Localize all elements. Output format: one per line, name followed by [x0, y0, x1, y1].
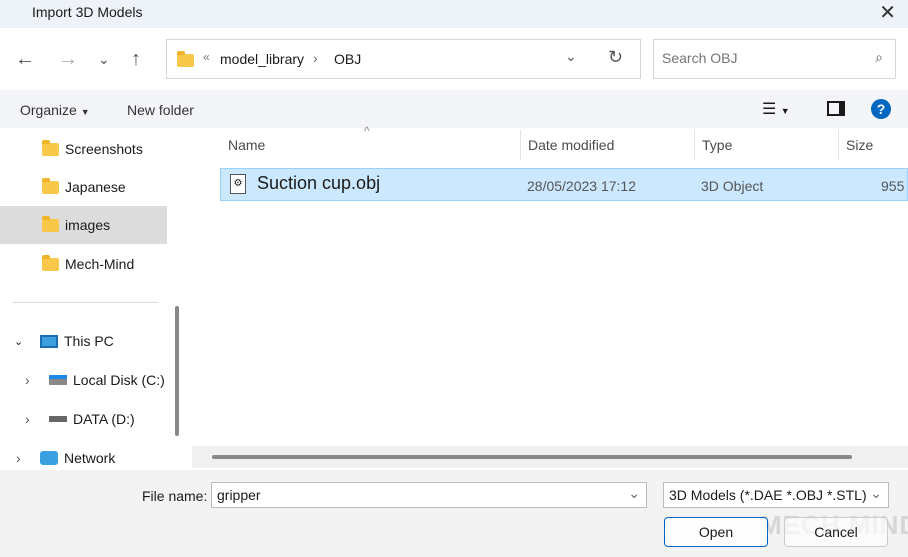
organize-button[interactable]: Organize ▼ — [20, 102, 90, 118]
sidebar-item-screenshots[interactable]: Screenshots — [0, 130, 167, 168]
folder-icon — [42, 215, 59, 232]
preview-pane-icon[interactable] — [827, 101, 845, 116]
breadcrumb-model-library[interactable]: model_library — [220, 51, 304, 67]
windows-drive-icon — [49, 375, 67, 385]
chevron-right-icon[interactable]: › — [25, 411, 49, 427]
file-name-value: gripper — [217, 487, 261, 503]
dialog-footer: File name: gripper ⌄ 3D Models (*.DAE *.… — [0, 470, 908, 557]
chevron-right-icon[interactable]: › — [16, 450, 40, 466]
new-folder-button[interactable]: New folder — [127, 102, 194, 118]
file-name: Suction cup.obj — [257, 173, 381, 193]
file-type-select[interactable]: 3D Models (*.DAE *.OBJ *.STL) ⌄ — [663, 482, 889, 508]
sidebar-item-label: DATA (D:) — [73, 411, 135, 427]
column-divider[interactable] — [520, 130, 521, 160]
back-arrow-icon[interactable]: ← — [15, 48, 35, 71]
column-header-size[interactable]: Size — [846, 137, 873, 153]
file-name-input[interactable]: gripper ⌄ — [211, 482, 647, 508]
file-date: 28/05/2023 17:12 — [527, 178, 636, 194]
chevron-right-icon[interactable]: › — [25, 372, 49, 388]
sidebar-scrollbar[interactable] — [175, 306, 179, 436]
title-bar: Import 3D Models ✕ — [0, 0, 908, 28]
folder-icon — [42, 139, 59, 156]
divider — [12, 302, 158, 303]
sidebar-item-label: This PC — [64, 333, 114, 349]
file-row[interactable]: ⚙ Suction cup.obj 28/05/2023 17:12 3D Ob… — [220, 168, 908, 201]
file-size: 955 — [881, 178, 905, 194]
window-title: Import 3D Models — [32, 4, 143, 20]
file-type: 3D Object — [701, 178, 764, 194]
open-button[interactable]: Open — [664, 517, 768, 547]
command-bar: Organize ▼ New folder ☰ ▼ ? — [0, 90, 908, 128]
address-dropdown-icon[interactable]: ⌄ — [565, 48, 577, 65]
sidebar-item-label: Network — [64, 450, 116, 466]
breadcrumb-separator-icon: › — [313, 50, 318, 66]
folder-icon — [42, 254, 59, 271]
sidebar-item-japanese[interactable]: Japanese — [0, 168, 167, 206]
network-icon — [40, 451, 58, 465]
sidebar-item-label: Screenshots — [65, 141, 143, 157]
column-header-type[interactable]: Type — [702, 137, 732, 153]
drive-icon — [49, 416, 67, 422]
help-icon[interactable]: ? — [871, 99, 891, 119]
chevron-down-icon[interactable]: ⌄ — [628, 485, 640, 502]
organize-label: Organize — [20, 102, 77, 118]
folder-icon — [177, 51, 194, 67]
sidebar-item-images[interactable]: images — [0, 206, 167, 244]
column-divider[interactable] — [694, 130, 695, 160]
recent-chevron-icon[interactable]: ⌄ — [98, 51, 110, 68]
close-icon[interactable]: ✕ — [879, 0, 896, 25]
sidebar-item-label: Japanese — [65, 179, 126, 195]
chevron-down-icon[interactable]: ⌄ — [14, 335, 40, 348]
dropdown-icon: ▼ — [80, 107, 90, 117]
search-input[interactable] — [662, 50, 842, 66]
chevron-down-icon[interactable]: ⌄ — [870, 485, 882, 502]
search-box[interactable]: ⌕ — [653, 39, 896, 79]
sidebar-item-label: Local Disk (C:) — [73, 372, 165, 388]
sidebar-item-label: Mech-Mind — [65, 256, 135, 272]
sidebar-item-label: images — [65, 217, 111, 233]
column-header-name[interactable]: Name — [228, 137, 265, 153]
sidebar-item-data-d[interactable]: › DATA (D:) — [0, 400, 167, 438]
forward-arrow-icon[interactable]: → — [58, 48, 78, 71]
breadcrumb-obj[interactable]: OBJ — [334, 51, 361, 67]
search-icon[interactable]: ⌕ — [875, 49, 883, 66]
file-list: ^ Name Date modified Type Size ⚙ Suction… — [192, 124, 908, 468]
sidebar-item-this-pc[interactable]: ⌄ This PC — [0, 322, 167, 360]
sidebar-item-mech-mind[interactable]: Mech-Mind — [0, 245, 167, 283]
up-arrow-icon[interactable]: ↑ — [131, 48, 141, 71]
navigation-bar: ← → ⌄ ↑ « model_library › OBJ ⌄ ↻ ⌕ — [0, 28, 908, 90]
view-options-icon[interactable]: ☰ ▼ — [762, 99, 790, 119]
refresh-icon[interactable]: ↻ — [608, 47, 623, 68]
horizontal-scrollbar[interactable] — [212, 455, 852, 459]
address-bar[interactable]: « model_library › OBJ ⌄ ↻ — [166, 39, 641, 79]
file-name-label: File name: — [142, 488, 208, 504]
column-header-date[interactable]: Date modified — [528, 137, 614, 153]
horizontal-scrollbar-track — [192, 446, 908, 468]
column-divider[interactable] — [838, 130, 839, 160]
overflow-icon[interactable]: « — [203, 50, 210, 64]
3d-object-file-icon: ⚙ — [230, 174, 246, 194]
sidebar-item-local-disk-c[interactable]: › Local Disk (C:) — [0, 361, 167, 399]
file-type-value: 3D Models (*.DAE *.OBJ *.STL) — [669, 487, 867, 503]
navigation-pane: Screenshots Japanese images Mech-Mind ⌄ T… — [0, 128, 188, 468]
cancel-button[interactable]: Cancel — [784, 517, 888, 547]
folder-icon — [42, 177, 59, 194]
pc-icon — [40, 334, 58, 348]
sort-ascending-icon: ^ — [364, 124, 370, 138]
